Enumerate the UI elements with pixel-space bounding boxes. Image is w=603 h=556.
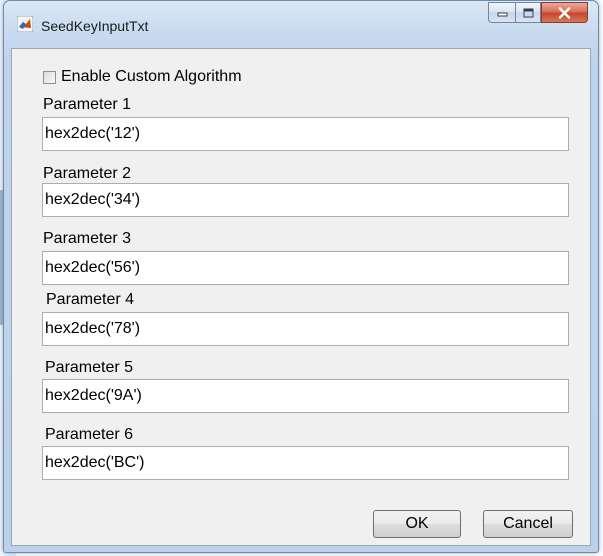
- parameter-1-field[interactable]: hex2dec('12'): [42, 117, 569, 151]
- maximize-button[interactable]: [515, 2, 541, 23]
- minimize-button[interactable]: [488, 2, 515, 23]
- parameter-5-label: Parameter 5: [45, 359, 134, 376]
- parameter-4-field[interactable]: hex2dec('78'): [42, 312, 569, 346]
- parameter-5-field[interactable]: hex2dec('9A'): [42, 379, 569, 413]
- dialog-window: SeedKeyInputTxt Enable Custom Algorithm …: [3, 0, 599, 553]
- parameter-3-field[interactable]: hex2dec('56'): [42, 251, 569, 285]
- parameter-4-label: Parameter 4: [46, 291, 135, 308]
- parameter-6-label: Parameter 6: [45, 426, 134, 443]
- parameter-1-label: Parameter 1: [43, 96, 132, 113]
- parameter-2-field[interactable]: hex2dec('34'): [42, 183, 569, 217]
- dialog-content: Enable Custom Algorithm Parameter 1 hex2…: [11, 48, 591, 546]
- cancel-button[interactable]: Cancel: [483, 510, 573, 538]
- maximize-icon: [523, 8, 533, 17]
- parameter-3-label: Parameter 3: [43, 230, 132, 247]
- ok-button[interactable]: OK: [373, 510, 461, 538]
- parameter-6-field[interactable]: hex2dec('BC'): [42, 446, 569, 480]
- window-title: SeedKeyInputTxt: [41, 18, 149, 34]
- enable-custom-algorithm-row[interactable]: Enable Custom Algorithm: [43, 68, 242, 86]
- caption-buttons: [488, 2, 588, 24]
- matlab-icon: [17, 16, 33, 32]
- close-icon: [558, 6, 571, 19]
- minimize-icon: [497, 12, 507, 17]
- parameter-2-label: Parameter 2: [43, 165, 132, 182]
- enable-custom-algorithm-checkbox[interactable]: [43, 70, 56, 84]
- enable-custom-algorithm-label: Enable Custom Algorithm: [61, 68, 242, 85]
- close-button[interactable]: [541, 2, 588, 23]
- title-bar[interactable]: SeedKeyInputTxt: [4, 1, 598, 48]
